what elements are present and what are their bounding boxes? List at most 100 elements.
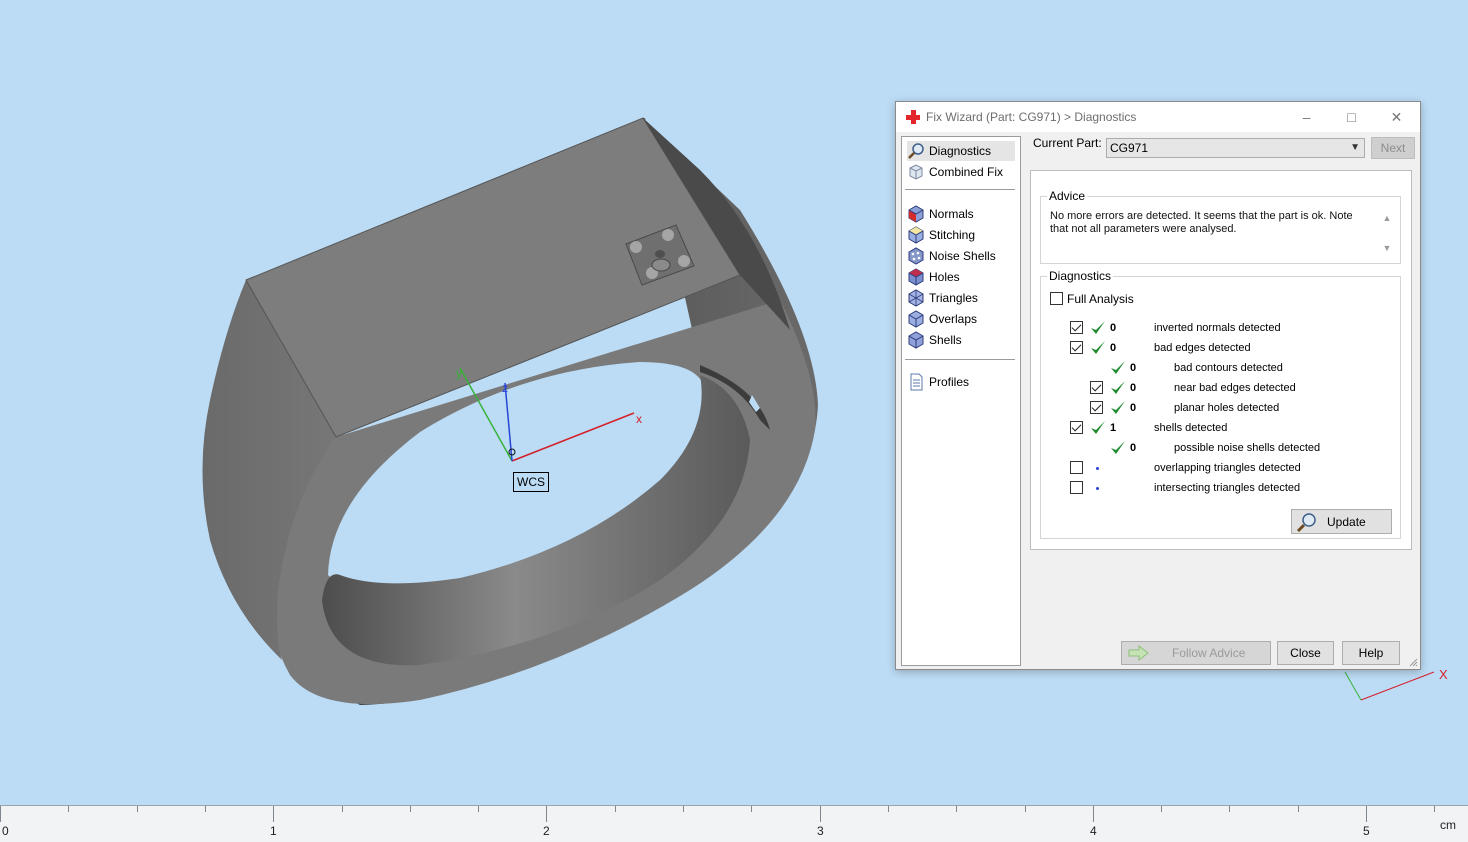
- chevron-down-icon: ▼: [1350, 142, 1360, 153]
- current-part-select[interactable]: CG971 ▼: [1106, 138, 1365, 158]
- full-analysis-checkbox[interactable]: [1050, 292, 1063, 305]
- wcs-label: WCS: [513, 472, 549, 492]
- ruler-minor-tick: [478, 806, 479, 812]
- scroll-up-icon[interactable]: ▲: [1380, 211, 1394, 225]
- diagnostic-checkbox[interactable]: [1090, 381, 1103, 394]
- nav-label: Normals: [929, 207, 974, 221]
- nav-item-diagnostics[interactable]: Diagnostics: [907, 141, 1015, 161]
- holes-cube-icon: [907, 268, 925, 286]
- magnifier-icon: [1295, 512, 1317, 532]
- diagnostic-count: 0: [1130, 402, 1137, 414]
- diagnostic-label: bad edges detected: [1154, 342, 1251, 354]
- normals-cube-icon: [907, 205, 925, 223]
- nav-item-noise-shells[interactable]: Noise Shells: [907, 246, 1015, 266]
- nav-label: Combined Fix: [929, 165, 1004, 179]
- diagnostic-checkbox[interactable]: [1070, 321, 1083, 334]
- ruler-minor-tick: [615, 806, 616, 812]
- nav-label: Noise Shells: [929, 249, 996, 263]
- ruler-major-tick: [820, 806, 821, 822]
- nav-label: Diagnostics: [929, 144, 992, 158]
- ruler-label: 2: [543, 824, 550, 838]
- nav-separator: [905, 359, 1015, 360]
- nav-item-profiles[interactable]: Profiles: [907, 372, 1015, 392]
- ruler-label: 5: [1363, 824, 1370, 838]
- diagnostic-label: bad contours detected: [1174, 362, 1283, 374]
- diagnostic-checkbox[interactable]: [1070, 421, 1083, 434]
- not-analysed-dot-icon: [1096, 487, 1099, 490]
- nav-item-combined-fix[interactable]: Combined Fix: [907, 162, 1015, 182]
- diagnostic-label: possible noise shells detected: [1174, 442, 1321, 454]
- fix-wizard-dialog: Fix Wizard (Part: CG971) > Diagnostics –…: [895, 101, 1421, 670]
- diagnostic-count: 0: [1110, 342, 1117, 354]
- nav-item-overlaps[interactable]: Overlaps: [907, 309, 1015, 329]
- document-icon: [907, 373, 925, 391]
- green-check-icon: [1091, 341, 1105, 354]
- diagnostics-panel: Advice No more errors are detected. It s…: [1030, 170, 1412, 550]
- diagnostic-label: planar holes detected: [1174, 402, 1280, 414]
- ruler-minor-tick: [1229, 806, 1230, 812]
- advice-scrollbar[interactable]: ▲ ▼: [1380, 211, 1394, 255]
- diagnostic-count: 0: [1130, 442, 1137, 454]
- noise-shells-icon: [907, 247, 925, 265]
- diagnostics-group: Diagnostics Full Analysis 0 inverted norm…: [1040, 269, 1401, 539]
- diagnostic-checkbox[interactable]: [1070, 461, 1083, 474]
- ruler-minor-tick: [1298, 806, 1299, 812]
- title-bar[interactable]: Fix Wizard (Part: CG971) > Diagnostics –…: [896, 102, 1420, 132]
- nav-item-stitching[interactable]: Stitching: [907, 225, 1015, 245]
- nav-label: Triangles: [929, 291, 978, 305]
- dialog-title: Fix Wizard (Part: CG971) > Diagnostics: [926, 110, 1137, 124]
- ruler-major-tick: [546, 806, 547, 822]
- ruler-label: 0: [2, 824, 9, 838]
- green-check-icon: [1111, 381, 1125, 394]
- diagnostic-label: inverted normals detected: [1154, 322, 1281, 334]
- diagnostic-count: 0: [1130, 382, 1137, 394]
- follow-advice-button[interactable]: Follow Advice: [1121, 641, 1271, 665]
- cube-icon: [907, 163, 925, 181]
- update-button[interactable]: Update: [1291, 509, 1392, 534]
- follow-advice-label: Follow Advice: [1172, 646, 1246, 660]
- resize-grip-icon[interactable]: [1408, 657, 1418, 667]
- nav-item-holes[interactable]: Holes: [907, 267, 1015, 287]
- diagnostic-checkbox[interactable]: [1070, 481, 1083, 494]
- ruler-minor-tick: [1025, 806, 1026, 812]
- diagnostic-count: 0: [1130, 362, 1137, 374]
- update-label: Update: [1327, 514, 1366, 529]
- nav-label: Profiles: [929, 375, 970, 389]
- next-button[interactable]: Next: [1371, 137, 1415, 159]
- nav-item-normals[interactable]: Normals: [907, 204, 1015, 224]
- overlaps-cube-icon: [907, 310, 925, 328]
- nav-item-shells[interactable]: Shells: [907, 330, 1015, 350]
- ruler-label: 1: [270, 824, 277, 838]
- nav-item-triangles[interactable]: Triangles: [907, 288, 1015, 308]
- nav-label: Shells: [929, 333, 962, 347]
- diagnostics-title: Diagnostics: [1047, 269, 1114, 283]
- diagnostic-checkbox[interactable]: [1090, 401, 1103, 414]
- green-check-icon: [1111, 441, 1125, 454]
- ruler-minor-tick: [410, 806, 411, 812]
- ruler-major-tick: [0, 806, 1, 822]
- magnifier-icon: [907, 142, 925, 160]
- full-analysis-label: Full Analysis: [1067, 292, 1134, 306]
- scroll-down-icon[interactable]: ▼: [1380, 241, 1394, 255]
- ruler-minor-tick: [342, 806, 343, 812]
- not-analysed-dot-icon: [1096, 467, 1099, 470]
- nav-label: Stitching: [929, 228, 976, 242]
- green-check-icon: [1111, 361, 1125, 374]
- close-window-button[interactable]: ✕: [1374, 102, 1419, 132]
- diagnostic-label: shells detected: [1154, 422, 1228, 434]
- mini-axis-x-label: X: [1439, 667, 1448, 682]
- close-button[interactable]: Close: [1277, 641, 1334, 665]
- maximize-button[interactable]: □: [1329, 102, 1374, 132]
- diagnostic-label: near bad edges detected: [1174, 382, 1296, 394]
- mini-axes: X: [1344, 667, 1448, 701]
- ruler-minor-tick: [888, 806, 889, 812]
- advice-title: Advice: [1047, 189, 1088, 203]
- green-check-icon: [1091, 321, 1105, 334]
- minimize-button[interactable]: –: [1284, 102, 1329, 132]
- ruler-minor-tick: [137, 806, 138, 812]
- diagnostic-checkbox[interactable]: [1070, 341, 1083, 354]
- help-button[interactable]: Help: [1342, 641, 1400, 665]
- diagnostic-label: intersecting triangles detected: [1154, 482, 1301, 494]
- green-check-icon: [1091, 421, 1105, 434]
- ruler-minor-tick: [956, 806, 957, 812]
